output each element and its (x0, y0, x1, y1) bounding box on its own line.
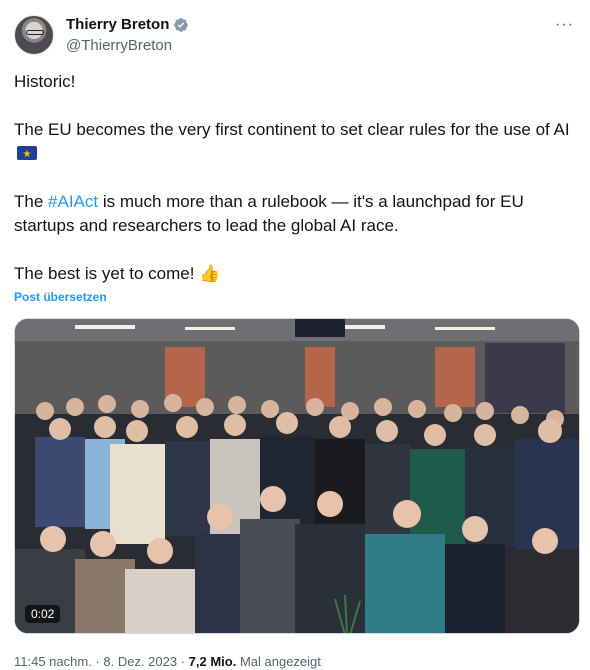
more-options-icon[interactable]: ··· (555, 16, 574, 34)
author-display-name[interactable]: Thierry Breton (66, 16, 169, 33)
tweet-line-eu: The EU becomes the very first continent … (14, 118, 574, 167)
translate-post-link[interactable]: Post übersetzen (14, 290, 107, 304)
thumbs-up-icon: 👍 (199, 264, 221, 284)
tweet-line-aiact-pre: The (14, 192, 49, 211)
post-date[interactable]: 8. Dez. 2023 (103, 654, 177, 669)
view-count-label: Mal angezeigt (236, 654, 321, 669)
meta-separator: · (177, 654, 189, 669)
tweet-line-best: The best is yet to come! 👍 (14, 262, 574, 286)
tweet-meta: 11:45 nachm. · 8. Dez. 2023 · 7,2 Mio. M… (14, 654, 321, 669)
view-count: 7,2 Mio. (188, 654, 237, 669)
meta-separator: · (91, 654, 104, 669)
tweet-text: Historic! The EU becomes the very first … (14, 70, 574, 286)
group-photo-image (15, 319, 579, 633)
hashtag-link[interactable]: #AIAct (48, 192, 98, 211)
eu-flag-icon (17, 143, 37, 167)
post-time[interactable]: 11:45 nachm. (14, 654, 92, 669)
tweet-line-historic: Historic! (14, 72, 76, 91)
video-player[interactable]: 0:02 (14, 318, 580, 634)
tweet-line-eu-text: The EU becomes the very first continent … (14, 120, 570, 139)
author-name-row: Thierry Breton (66, 16, 189, 33)
tweet-line-aiact: The #AIAct is much more than a rulebook … (14, 190, 574, 238)
avatar[interactable] (14, 15, 54, 55)
verified-badge-icon (174, 17, 189, 32)
video-duration: 0:02 (25, 605, 61, 623)
tweet-line-best-text: The best is yet to come! (14, 264, 195, 283)
tweet-header: Thierry Breton @ThierryBreton ··· (14, 12, 580, 60)
author-handle[interactable]: @ThierryBreton (66, 37, 172, 54)
